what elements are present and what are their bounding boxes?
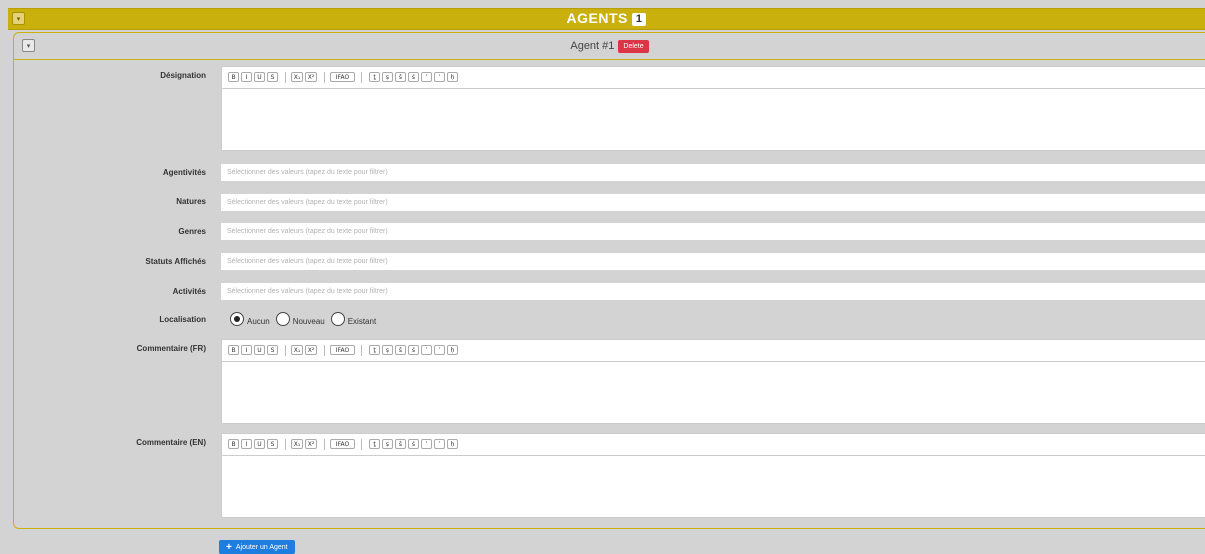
agents-count-badge: 1 <box>631 13 647 26</box>
subscript-button[interactable]: X₁ <box>291 72 303 82</box>
toolbar-separator <box>285 345 286 356</box>
underline-button[interactable]: U <box>254 345 265 355</box>
underline-button[interactable]: U <box>254 72 265 82</box>
comment-fr-label: Commentaire (FR) <box>136 344 206 353</box>
localisation-radio-group: Aucun Nouveau Existant <box>230 311 382 326</box>
italic-button[interactable]: I <box>241 72 252 82</box>
italic-button[interactable]: I <box>241 345 252 355</box>
comment-en-textarea[interactable] <box>222 456 1205 519</box>
designation-textarea[interactable] <box>222 89 1205 152</box>
special-char-button[interactable]: ṣ <box>382 345 393 355</box>
special-char-button[interactable]: ṣ <box>382 439 393 449</box>
special-char-button[interactable]: ṯ <box>369 345 380 355</box>
special-char-button[interactable]: ʿ <box>421 345 432 355</box>
special-char-button[interactable]: ḥ <box>447 72 458 82</box>
special-char-button[interactable]: ś <box>408 345 419 355</box>
agents-header: ▾ AGENTS 1 <box>8 8 1205 30</box>
special-char-button[interactable]: ʾ <box>434 72 445 82</box>
comment-en-toolbar: B I U S X₁ X² IFAO ṯ ṣ š ś ʿ ʾ ḥ <box>222 434 1205 456</box>
natures-label: Natures <box>176 197 206 206</box>
agentivites-select[interactable]: Sélectionner des valeurs (tapez du texte… <box>221 164 1205 181</box>
radio-label: Nouveau <box>292 317 325 326</box>
toolbar-separator <box>285 439 286 450</box>
strikethrough-button[interactable]: S <box>267 439 278 449</box>
strikethrough-button[interactable]: S <box>267 345 278 355</box>
special-char-button[interactable]: š <box>395 72 406 82</box>
radio-icon[interactable] <box>275 312 290 326</box>
special-char-button[interactable]: ṯ <box>369 439 380 449</box>
special-char-button[interactable]: š <box>395 345 406 355</box>
special-char-button[interactable]: ḥ <box>447 439 458 449</box>
localisation-option-existant[interactable]: Existant <box>330 311 377 326</box>
localisation-label: Localisation <box>159 315 206 324</box>
activites-label: Activités <box>172 287 206 296</box>
italic-button[interactable]: I <box>241 439 252 449</box>
subscript-button[interactable]: X₁ <box>291 345 303 355</box>
special-char-button[interactable]: ś <box>408 72 419 82</box>
toolbar-separator <box>361 345 362 356</box>
special-char-button[interactable]: ʾ <box>434 439 445 449</box>
superscript-button[interactable]: X² <box>305 72 317 82</box>
radio-label: Existant <box>347 317 377 326</box>
comment-fr-editor: B I U S X₁ X² IFAO ṯ ṣ š ś ʿ ʾ ḥ <box>221 339 1205 424</box>
genres-select[interactable]: Sélectionner des valeurs (tapez du texte… <box>221 223 1205 240</box>
special-char-button[interactable]: š <box>395 439 406 449</box>
ifao-button[interactable]: IFAO <box>330 72 355 82</box>
activites-select[interactable]: Sélectionner des valeurs (tapez du texte… <box>221 283 1205 300</box>
superscript-button[interactable]: X² <box>305 345 317 355</box>
localisation-option-aucun[interactable]: Aucun <box>230 311 270 326</box>
ifao-button[interactable]: IFAO <box>330 345 355 355</box>
special-char-button[interactable]: ʿ <box>421 439 432 449</box>
radio-icon[interactable] <box>330 312 345 326</box>
special-char-button[interactable]: ś <box>408 439 419 449</box>
bold-button[interactable]: B <box>228 345 239 355</box>
radio-label: Aucun <box>247 317 270 326</box>
toolbar-separator <box>285 72 286 83</box>
underline-button[interactable]: U <box>254 439 265 449</box>
natures-select[interactable]: Sélectionner des valeurs (tapez du texte… <box>221 194 1205 211</box>
designation-toolbar: B I U S X₁ X² IFAO ṯ ṣ š ś ʿ ʾ ḥ <box>222 67 1205 89</box>
radio-selected-icon[interactable] <box>230 312 244 326</box>
genres-label: Genres <box>178 227 206 236</box>
designation-editor: B I U S X₁ X² IFAO ṯ ṣ š ś ʿ ʾ ḥ <box>221 66 1205 151</box>
agent-header: ▾ Agent #1 Delete <box>14 33 1205 60</box>
delete-agent-button[interactable]: Delete <box>618 40 649 53</box>
statuts-label: Statuts Affichés <box>145 257 206 266</box>
agents-title: AGENTS 1 <box>8 10 1205 26</box>
toolbar-separator <box>324 72 325 83</box>
agentivites-label: Agentivités <box>162 168 206 177</box>
plus-icon: + <box>226 541 232 553</box>
ifao-button[interactable]: IFAO <box>330 439 355 449</box>
strikethrough-button[interactable]: S <box>267 72 278 82</box>
add-agent-label: Ajouter un Agent <box>235 543 288 551</box>
bold-button[interactable]: B <box>228 72 239 82</box>
special-char-button[interactable]: ḥ <box>447 345 458 355</box>
special-char-button[interactable]: ṣ <box>382 72 393 82</box>
subscript-button[interactable]: X₁ <box>291 439 303 449</box>
add-agent-button[interactable]: + Ajouter un Agent <box>219 540 295 554</box>
comment-en-editor: B I U S X₁ X² IFAO ṯ ṣ š ś ʿ ʾ ḥ <box>221 433 1205 518</box>
designation-label: Désignation <box>160 71 206 80</box>
agent-title-text: Agent #1 <box>570 40 615 52</box>
localisation-option-nouveau[interactable]: Nouveau <box>275 311 325 326</box>
statuts-select[interactable]: Sélectionner des valeurs (tapez du texte… <box>221 253 1205 270</box>
bold-button[interactable]: B <box>228 439 239 449</box>
toolbar-separator <box>361 72 362 83</box>
agents-title-text: AGENTS <box>566 10 628 26</box>
comment-fr-textarea[interactable] <box>222 362 1205 425</box>
toolbar-separator <box>361 439 362 450</box>
special-char-button[interactable]: ṯ <box>369 72 380 82</box>
superscript-button[interactable]: X² <box>305 439 317 449</box>
comment-fr-toolbar: B I U S X₁ X² IFAO ṯ ṣ š ś ʿ ʾ ḥ <box>222 340 1205 362</box>
agent-title: Agent #1 Delete <box>14 40 1205 53</box>
special-char-button[interactable]: ʾ <box>434 345 445 355</box>
toolbar-separator <box>324 439 325 450</box>
comment-en-label: Commentaire (EN) <box>136 438 206 447</box>
toolbar-separator <box>324 345 325 356</box>
special-char-button[interactable]: ʿ <box>421 72 432 82</box>
